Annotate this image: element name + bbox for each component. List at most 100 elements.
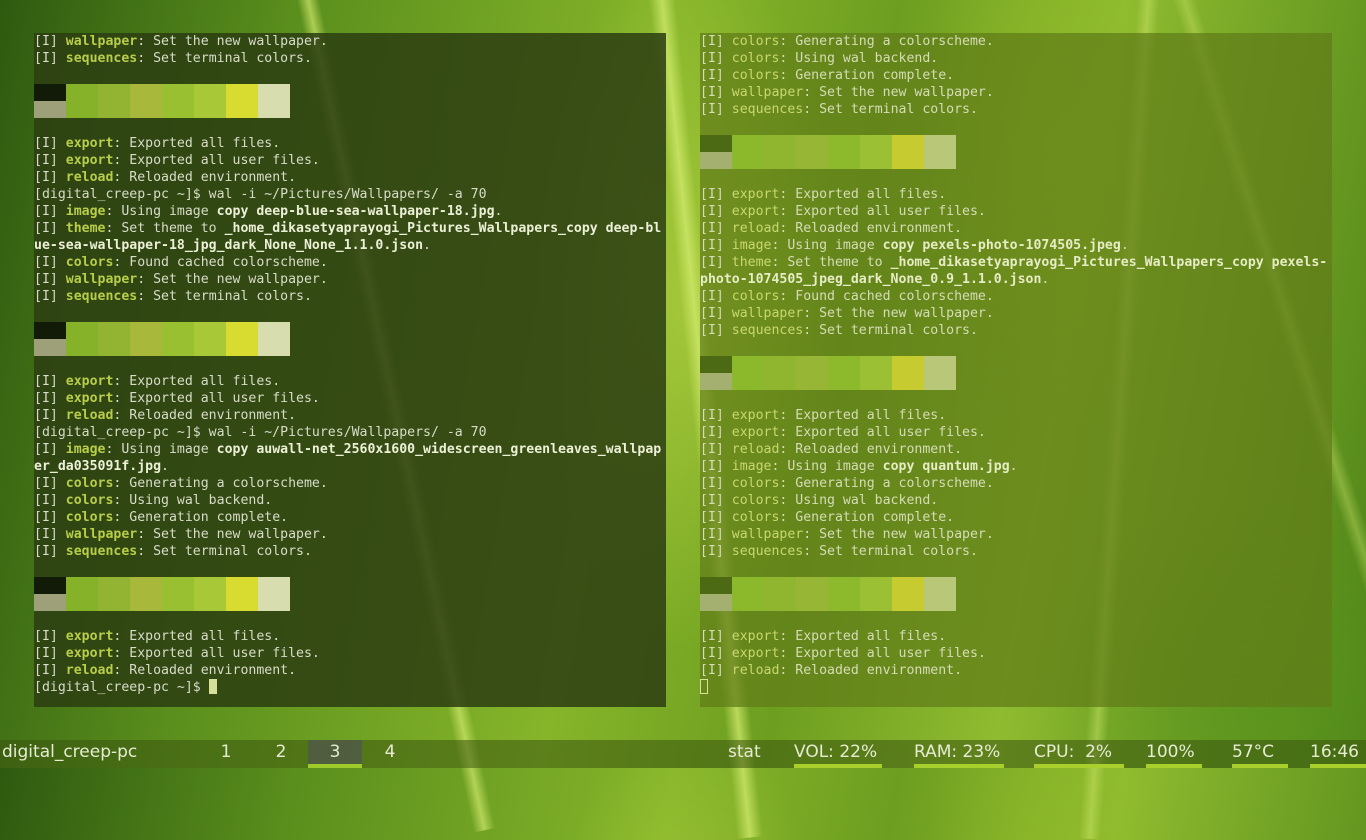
- palette-swatch: [226, 577, 258, 594]
- palette-swatch: [162, 339, 194, 356]
- terminal-left[interactable]: [I] wallpaper: Set the new wallpaper. [I]…: [34, 33, 666, 707]
- log-value: copy auwall-net_2560x1600_widescreen_gre…: [216, 442, 662, 457]
- terminal-line: [I] colors: Using wal backend.: [700, 50, 1332, 67]
- palette-swatch: [226, 339, 258, 356]
- stat-item: stat: [728, 740, 776, 768]
- palette-swatch: [194, 594, 226, 611]
- log-module: colors: [65, 255, 114, 270]
- workspace-1[interactable]: 1: [199, 740, 253, 768]
- palette-swatch: [226, 84, 258, 101]
- log-value: photo-1074505_jpeg_dark_None_0.9_1.1.0.j…: [700, 272, 1042, 287]
- log-module: theme: [731, 255, 772, 270]
- palette-swatch: [700, 135, 732, 152]
- terminal-line: photo-1074505_jpeg_dark_None_0.9_1.1.0.j…: [700, 271, 1332, 288]
- palette-swatch: [828, 373, 860, 390]
- log-text: : Set the new wallpaper.: [137, 34, 328, 49]
- stat-item: RAM: 23%: [914, 740, 1004, 768]
- palette-row-bottom: [700, 152, 1332, 169]
- log-module: colors: [731, 34, 780, 49]
- log-text: [I]: [700, 493, 732, 508]
- palette-swatch: [130, 594, 162, 611]
- palette-swatch: [258, 101, 290, 118]
- log-text: [I]: [700, 476, 732, 491]
- palette-swatch: [860, 577, 892, 594]
- terminal-line: [I] export: Exported all user files.: [700, 203, 1332, 220]
- log-text: : Found cached colorscheme.: [779, 289, 994, 304]
- log-module: colors: [65, 476, 114, 491]
- log-text: [digital_creep-pc ~]$ wal -i ~/Pictures/…: [34, 425, 487, 440]
- workspace-label: 4: [384, 742, 396, 762]
- log-text: [I]: [700, 68, 732, 83]
- workspace-label: 1: [220, 742, 232, 762]
- palette-row-bottom: [700, 373, 1332, 390]
- log-text: : Exported all user files.: [779, 425, 986, 440]
- palette-row-top: [34, 577, 666, 594]
- terminal-line: [I] sequences: Set terminal colors.: [700, 543, 1332, 560]
- log-text: [I]: [700, 646, 732, 661]
- palette-swatch: [66, 339, 98, 356]
- palette-swatch: [98, 339, 130, 356]
- log-text: : Exported all files.: [779, 629, 947, 644]
- terminal-line: [I] colors: Generation complete.: [700, 67, 1332, 84]
- log-text: [I]: [34, 272, 66, 287]
- palette-swatch: [828, 135, 860, 152]
- workspace-3[interactable]: 3: [308, 740, 362, 768]
- log-text: : Reloaded environment.: [779, 442, 963, 457]
- terminal-line: er_da035091f.jpg.: [34, 458, 666, 475]
- log-text: : Using image: [105, 442, 217, 457]
- terminal-line: [I] wallpaper: Set the new wallpaper.: [34, 271, 666, 288]
- log-text: : Generating a colorscheme.: [779, 476, 994, 491]
- stat-underline: [1146, 764, 1202, 768]
- terminal-line: [I] theme: Set theme to _home_dikasetyap…: [700, 254, 1332, 271]
- log-module: colors: [731, 510, 780, 525]
- log-module: colors: [731, 476, 780, 491]
- palette-row-bottom: [700, 594, 1332, 611]
- log-text: [I]: [700, 629, 732, 644]
- log-text: : Exported all files.: [779, 408, 947, 423]
- log-module: colors: [731, 51, 780, 66]
- palette-swatch: [700, 594, 732, 611]
- palette-row-bottom: [34, 339, 666, 356]
- palette-swatch: [796, 152, 828, 169]
- palette-swatch: [732, 373, 764, 390]
- palette-swatch: [34, 84, 66, 101]
- log-text: : Set terminal colors.: [803, 102, 978, 117]
- terminal-line: [I] image: Using image copy pexels-photo…: [700, 237, 1332, 254]
- log-text: : Set terminal colors.: [137, 289, 312, 304]
- palette-swatch: [98, 84, 130, 101]
- log-text: [I]: [700, 51, 732, 66]
- log-text: : Set the new wallpaper.: [803, 306, 994, 321]
- palette-swatch: [700, 577, 732, 594]
- workspace-2[interactable]: 2: [254, 740, 308, 768]
- terminal-right[interactable]: [I] colors: Generating a colorscheme. [I]…: [700, 33, 1332, 707]
- workspace-4[interactable]: 4: [363, 740, 417, 768]
- log-text: .: [1120, 238, 1129, 253]
- palette-swatch: [796, 135, 828, 152]
- palette-swatch: [828, 594, 860, 611]
- palette-swatch: [130, 322, 162, 339]
- palette-swatch: [162, 577, 194, 594]
- log-text: [I]: [700, 663, 732, 678]
- palette-swatch: [860, 152, 892, 169]
- log-text: : Exported all user files.: [113, 153, 320, 168]
- log-text: : Exported all files.: [779, 187, 947, 202]
- log-text: : Generation complete.: [779, 510, 955, 525]
- terminal-line: [I] reload: Reloaded environment.: [700, 441, 1332, 458]
- terminal-line: [I] reload: Reloaded environment.: [34, 407, 666, 424]
- log-text: [digital_creep-pc ~]$ wal -i ~/Pictures/…: [34, 187, 487, 202]
- terminal-line: [I] colors: Generating a colorscheme.: [700, 475, 1332, 492]
- log-text: [I]: [34, 221, 66, 236]
- log-value: er_da035091f.jpg: [34, 459, 162, 474]
- palette-row-bottom: [34, 101, 666, 118]
- log-text: [I]: [34, 408, 66, 423]
- stat-item: 16:46: [1310, 740, 1366, 768]
- palette-swatch: [130, 577, 162, 594]
- log-text: [I]: [700, 306, 732, 321]
- palette-swatch: [66, 101, 98, 118]
- palette-swatch: [796, 577, 828, 594]
- palette-swatch: [892, 373, 924, 390]
- text-cursor: [208, 679, 217, 694]
- log-text: : Exported all files.: [113, 374, 281, 389]
